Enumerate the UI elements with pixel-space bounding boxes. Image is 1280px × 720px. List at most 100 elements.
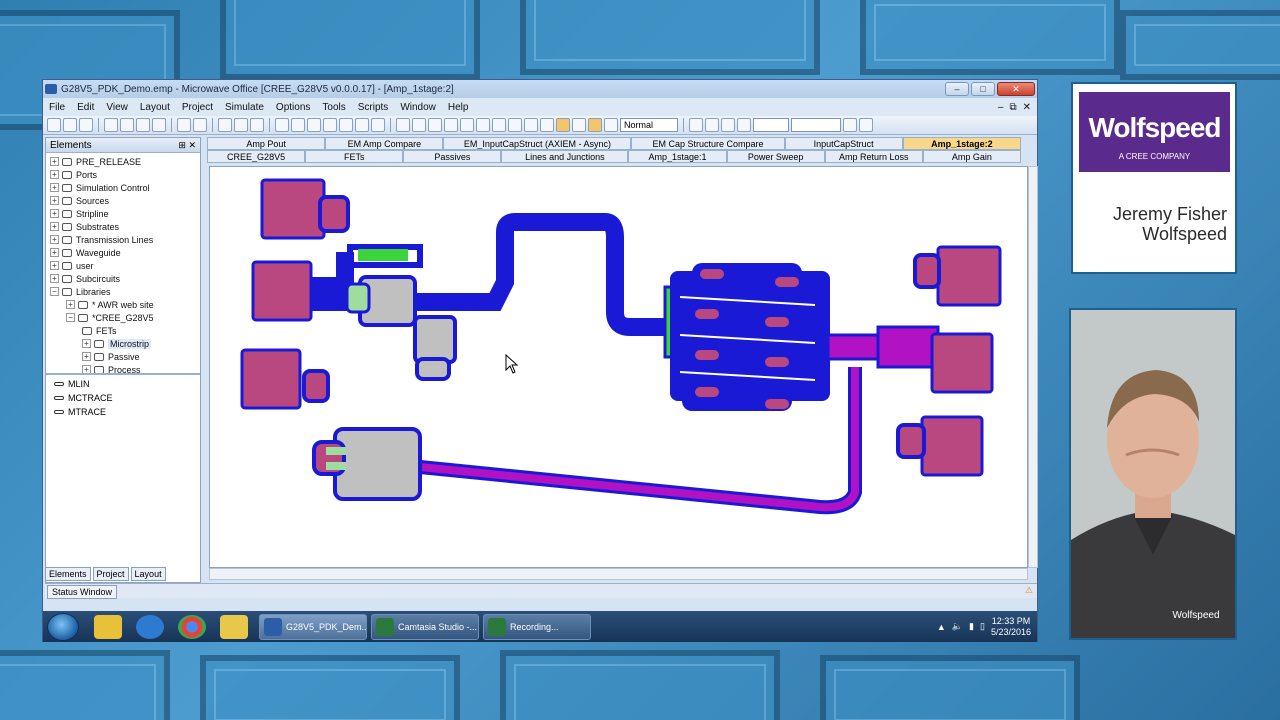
- expand-icon[interactable]: +: [50, 183, 59, 192]
- minimize-button[interactable]: –: [945, 82, 969, 96]
- tab-elements[interactable]: Elements: [45, 567, 91, 581]
- align-icon[interactable]: [540, 118, 554, 132]
- tree-item[interactable]: + Subcircuits: [46, 272, 200, 285]
- list-item[interactable]: MCTRACE: [46, 391, 200, 405]
- collapse-icon[interactable]: −: [50, 287, 59, 296]
- tab-power-sweep[interactable]: Power Sweep: [726, 150, 825, 163]
- status-window-button[interactable]: Status Window: [47, 585, 118, 599]
- menu-edit[interactable]: Edit: [71, 102, 100, 113]
- tree-item[interactable]: + Microstrip: [46, 337, 200, 350]
- align-icon[interactable]: [460, 118, 474, 132]
- menu-file[interactable]: File: [43, 102, 71, 113]
- tree-item[interactable]: + * AWR web site: [46, 298, 200, 311]
- save-icon[interactable]: [79, 118, 93, 132]
- task-camtasia[interactable]: Camtasia Studio -...: [371, 613, 479, 640]
- menu-scripts[interactable]: Scripts: [352, 102, 395, 113]
- zoom-fit-icon[interactable]: [250, 118, 264, 132]
- vertical-scrollbar[interactable]: [1028, 166, 1038, 568]
- menu-tools[interactable]: Tools: [316, 102, 351, 113]
- ie-icon[interactable]: [136, 614, 164, 639]
- chrome-icon[interactable]: [178, 614, 206, 639]
- tree-item[interactable]: + user: [46, 259, 200, 272]
- tree-item[interactable]: + Passive: [46, 350, 200, 363]
- list-item[interactable]: MLIN: [46, 377, 200, 391]
- tab-amp-return-loss[interactable]: Amp Return Loss: [824, 150, 923, 163]
- expand-icon[interactable]: +: [82, 365, 91, 373]
- expand-icon[interactable]: +: [50, 196, 59, 205]
- tab-em-amp-compare[interactable]: EM Amp Compare: [325, 137, 444, 150]
- doc-close-icon[interactable]: ✕: [1023, 102, 1031, 113]
- layout-tool-icon[interactable]: [323, 118, 337, 132]
- tree-item[interactable]: + Transmission Lines: [46, 233, 200, 246]
- align-icon[interactable]: [508, 118, 522, 132]
- tab-passives[interactable]: Passives: [403, 150, 502, 163]
- clock[interactable]: 12:33 PM 5/23/2016: [991, 616, 1031, 638]
- layout-tool-icon[interactable]: [355, 118, 369, 132]
- explorer-icon[interactable]: [94, 614, 122, 639]
- expand-icon[interactable]: +: [50, 170, 59, 179]
- horizontal-scrollbar[interactable]: [209, 568, 1028, 580]
- menu-options[interactable]: Options: [270, 102, 316, 113]
- list-item[interactable]: MTRACE: [46, 405, 200, 419]
- pin-icon[interactable]: ⊞ ✕: [178, 140, 196, 151]
- expand-icon[interactable]: +: [50, 235, 59, 244]
- align-icon[interactable]: [524, 118, 538, 132]
- tree-item[interactable]: − *CREE_G28V5: [46, 311, 200, 324]
- doc-minimize-icon[interactable]: –: [998, 102, 1004, 113]
- tab-inputcapstruct[interactable]: InputCapStruct: [784, 137, 903, 150]
- copy-icon[interactable]: [120, 118, 134, 132]
- start-button[interactable]: [47, 612, 79, 641]
- align-icon[interactable]: [476, 118, 490, 132]
- tray-expand-icon[interactable]: ▲: [937, 622, 946, 632]
- paste-icon[interactable]: [136, 118, 150, 132]
- grid-select[interactable]: [791, 118, 841, 132]
- tab-fets[interactable]: FETs: [305, 150, 404, 163]
- layout-tool-icon[interactable]: [275, 118, 289, 132]
- snap-icon[interactable]: [572, 118, 586, 132]
- collapse-icon[interactable]: −: [66, 313, 75, 322]
- tab-cree-g28v5[interactable]: CREE_G28V5: [207, 150, 306, 163]
- layout-tool-icon[interactable]: [291, 118, 305, 132]
- tab-em-cap-structure-compare[interactable]: EM Cap Structure Compare: [631, 137, 785, 150]
- view-icon[interactable]: [843, 118, 857, 132]
- align-icon[interactable]: [412, 118, 426, 132]
- tab-amp-pout[interactable]: Amp Pout: [207, 137, 326, 150]
- task-microwave-office[interactable]: G28V5_PDK_Dem...: [259, 613, 367, 640]
- tab-lines-and-junctions[interactable]: Lines and Junctions: [501, 150, 629, 163]
- doc-restore-icon[interactable]: ⧉: [1009, 102, 1016, 113]
- open-icon[interactable]: [63, 118, 77, 132]
- view-icon[interactable]: [859, 118, 873, 132]
- new-icon[interactable]: [47, 118, 61, 132]
- view-icon[interactable]: [689, 118, 703, 132]
- tree-item[interactable]: + Ports: [46, 168, 200, 181]
- network-icon[interactable]: ▮: [969, 621, 974, 632]
- menu-simulate[interactable]: Simulate: [219, 102, 270, 113]
- redo-icon[interactable]: [193, 118, 207, 132]
- tab-project[interactable]: Project: [92, 567, 129, 581]
- expand-icon[interactable]: +: [66, 300, 75, 309]
- close-button[interactable]: ✕: [997, 82, 1035, 96]
- snipping-icon[interactable]: [220, 614, 248, 639]
- menu-project[interactable]: Project: [176, 102, 219, 113]
- menu-help[interactable]: Help: [442, 102, 475, 113]
- tree-item[interactable]: + Stripline: [46, 207, 200, 220]
- tab-amp-1stage-2[interactable]: Amp_1stage:2: [902, 137, 1021, 150]
- tree-item[interactable]: + Substrates: [46, 220, 200, 233]
- tree-item[interactable]: + PRE_RELEASE: [46, 155, 200, 168]
- tree-item[interactable]: FETs: [46, 324, 200, 337]
- view-icon[interactable]: [737, 118, 751, 132]
- tab-amp-1stage-1[interactable]: Amp_1stage:1: [628, 150, 727, 163]
- snap-icon[interactable]: [604, 118, 618, 132]
- zoom-in-icon[interactable]: [218, 118, 232, 132]
- tab-layout[interactable]: Layout: [130, 567, 166, 581]
- maximize-button[interactable]: □: [971, 82, 995, 96]
- align-icon[interactable]: [396, 118, 410, 132]
- task-recording[interactable]: Recording...: [483, 613, 591, 640]
- view-icon[interactable]: [721, 118, 735, 132]
- menu-window[interactable]: Window: [394, 102, 442, 113]
- snap-icon[interactable]: [588, 118, 602, 132]
- undo-icon[interactable]: [177, 118, 191, 132]
- expand-icon[interactable]: +: [50, 248, 59, 257]
- tree-item[interactable]: + Simulation Control: [46, 181, 200, 194]
- tab-em-inputcapstruct[interactable]: EM_InputCapStruct (AXIEM - Async): [443, 137, 632, 150]
